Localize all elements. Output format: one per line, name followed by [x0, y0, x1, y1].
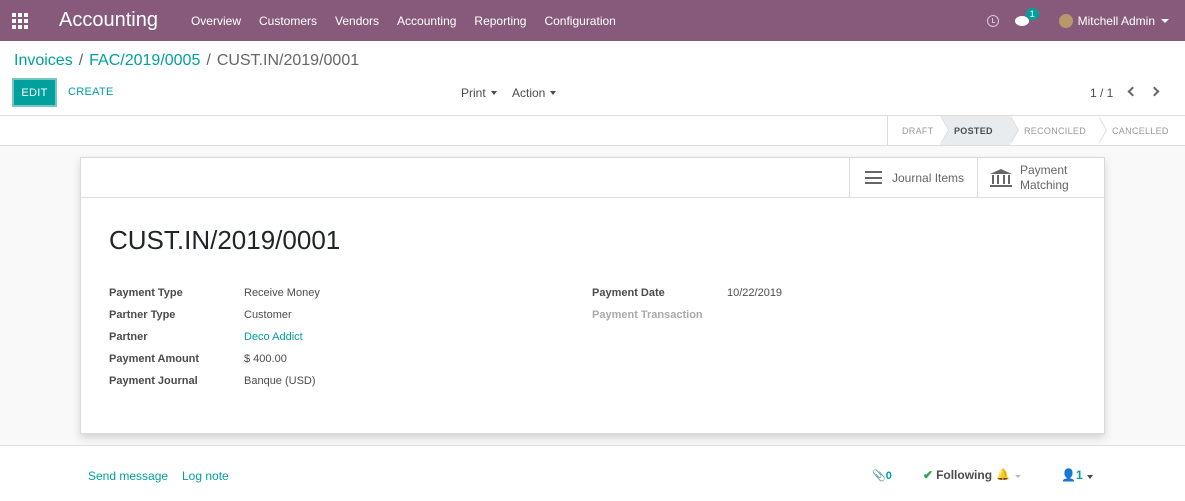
payment-amount-value: $ 400.00	[244, 353, 287, 365]
action-label: Action	[512, 86, 546, 100]
payment-matching-line2: Matching	[1020, 177, 1069, 192]
user-name[interactable]: Mitchell Admin	[1078, 14, 1155, 28]
menu-customers[interactable]: Customers	[259, 14, 317, 28]
form-sheet: Journal Items Payment Matching CUST.IN/2…	[80, 157, 1105, 434]
messaging-menu[interactable]: 1	[1014, 7, 1039, 28]
caret-down-icon	[550, 91, 557, 95]
stage-posted-label: POSTED	[954, 125, 993, 136]
breadcrumb: Invoices / FAC/2019/0005 / CUST.IN/2019/…	[14, 52, 359, 70]
follow-options-caret-icon[interactable]	[1015, 475, 1021, 478]
check-icon: ✔	[923, 468, 934, 482]
top-navbar: Accounting Overview Customers Vendors Ac…	[0, 0, 1185, 41]
partner-link[interactable]: Deco Addict	[244, 331, 303, 343]
following-label: Following	[936, 468, 993, 482]
log-note-button[interactable]: Log note	[182, 469, 229, 483]
journal-items-label: Journal Items	[892, 170, 965, 185]
navbar-systray: 1 Mitchell Admin	[986, 7, 1185, 28]
following-button[interactable]: ✔ Following	[923, 468, 992, 482]
pager-next-icon[interactable]	[1149, 86, 1160, 97]
menu-vendors[interactable]: Vendors	[335, 14, 379, 28]
followers-caret-icon[interactable]	[1087, 475, 1093, 479]
pager-previous-icon[interactable]	[1127, 86, 1138, 97]
record-title: CUST.IN/2019/0001	[109, 225, 341, 255]
apps-grid-icon	[12, 12, 28, 29]
partner-type-value: Customer	[244, 309, 292, 321]
chatter: Send message Log note 📎0 ✔ Following 🔔 👤…	[0, 445, 1185, 501]
attachments-button[interactable]: 📎0	[872, 469, 892, 482]
menu-reporting[interactable]: Reporting	[474, 14, 526, 28]
breadcrumb-current: CUST.IN/2019/0001	[216, 52, 360, 69]
main-menu: Overview Customers Vendors Accounting Re…	[191, 14, 634, 28]
payment-type-label: Payment Type	[109, 287, 183, 299]
payment-amount-label: Payment Amount	[109, 353, 200, 365]
breadcrumb-separator: /	[206, 52, 211, 69]
action-dropdown[interactable]: Action	[512, 86, 557, 100]
payment-date-value: 10/22/2019	[727, 287, 783, 299]
menu-overview[interactable]: Overview	[191, 14, 241, 28]
breadcrumb-invoices[interactable]: Invoices	[14, 52, 73, 70]
app-title[interactable]: Accounting	[59, 9, 158, 32]
status-stages: DRAFT POSTED RECONCILED CANCELLED	[887, 116, 1185, 145]
payment-journal-value: Banque (USD)	[244, 375, 316, 387]
stage-draft-label: DRAFT	[902, 125, 934, 136]
stage-reconciled-label: RECONCILED	[1024, 125, 1087, 136]
paperclip-icon: 📎	[872, 470, 886, 482]
user-avatar[interactable]	[1058, 13, 1073, 28]
stage-posted: POSTED	[940, 116, 1019, 145]
followers-count: 1	[1075, 468, 1083, 482]
partner-type-label: Partner Type	[109, 309, 176, 321]
list-icon	[865, 171, 882, 184]
payment-type-value: Receive Money	[244, 287, 320, 299]
payment-matching-label: Payment Matching	[1020, 163, 1069, 193]
partner-label: Partner	[109, 331, 148, 343]
menu-accounting[interactable]: Accounting	[397, 14, 456, 28]
print-dropdown[interactable]: Print	[461, 86, 497, 100]
activity-clock-icon[interactable]	[986, 14, 999, 27]
statusbar: DRAFT POSTED RECONCILED CANCELLED	[0, 115, 1185, 146]
attachments-count: 0	[885, 470, 892, 482]
caret-down-icon	[490, 91, 497, 95]
stage-cancelled-label: CANCELLED	[1112, 125, 1169, 136]
followers-button[interactable]: 👤1	[1061, 468, 1083, 482]
create-button[interactable]: CREATE	[68, 86, 114, 98]
user-menu-caret-icon[interactable]	[1161, 18, 1169, 23]
apps-menu-button[interactable]	[0, 0, 40, 41]
stage-cancelled: CANCELLED	[1098, 116, 1185, 145]
bell-icon[interactable]: 🔔	[996, 468, 1010, 481]
print-label: Print	[461, 86, 486, 100]
menu-configuration[interactable]: Configuration	[544, 14, 615, 28]
payment-matching-line1: Payment	[1020, 162, 1068, 177]
breadcrumb-invoice[interactable]: FAC/2019/0005	[89, 52, 200, 70]
payment-matching-button[interactable]: Payment Matching	[977, 158, 1105, 197]
payment-transaction-label: Payment Transaction	[592, 309, 703, 321]
stage-draft: DRAFT	[888, 116, 949, 145]
stage-reconciled: RECONCILED	[1010, 116, 1107, 145]
journal-items-button[interactable]: Journal Items	[849, 158, 977, 197]
send-message-button[interactable]: Send message	[88, 469, 168, 483]
breadcrumb-separator: /	[78, 52, 84, 69]
chat-count-badge: 1	[1025, 7, 1039, 20]
bank-icon	[990, 168, 1012, 187]
smart-button-box: Journal Items Payment Matching	[81, 158, 1104, 198]
payment-date-label: Payment Date	[592, 287, 665, 299]
payment-journal-label: Payment Journal	[109, 375, 198, 387]
pager-value[interactable]: 1 / 1	[1090, 86, 1113, 100]
user-icon: 👤	[1061, 468, 1076, 482]
edit-button[interactable]: EDIT	[12, 78, 57, 107]
